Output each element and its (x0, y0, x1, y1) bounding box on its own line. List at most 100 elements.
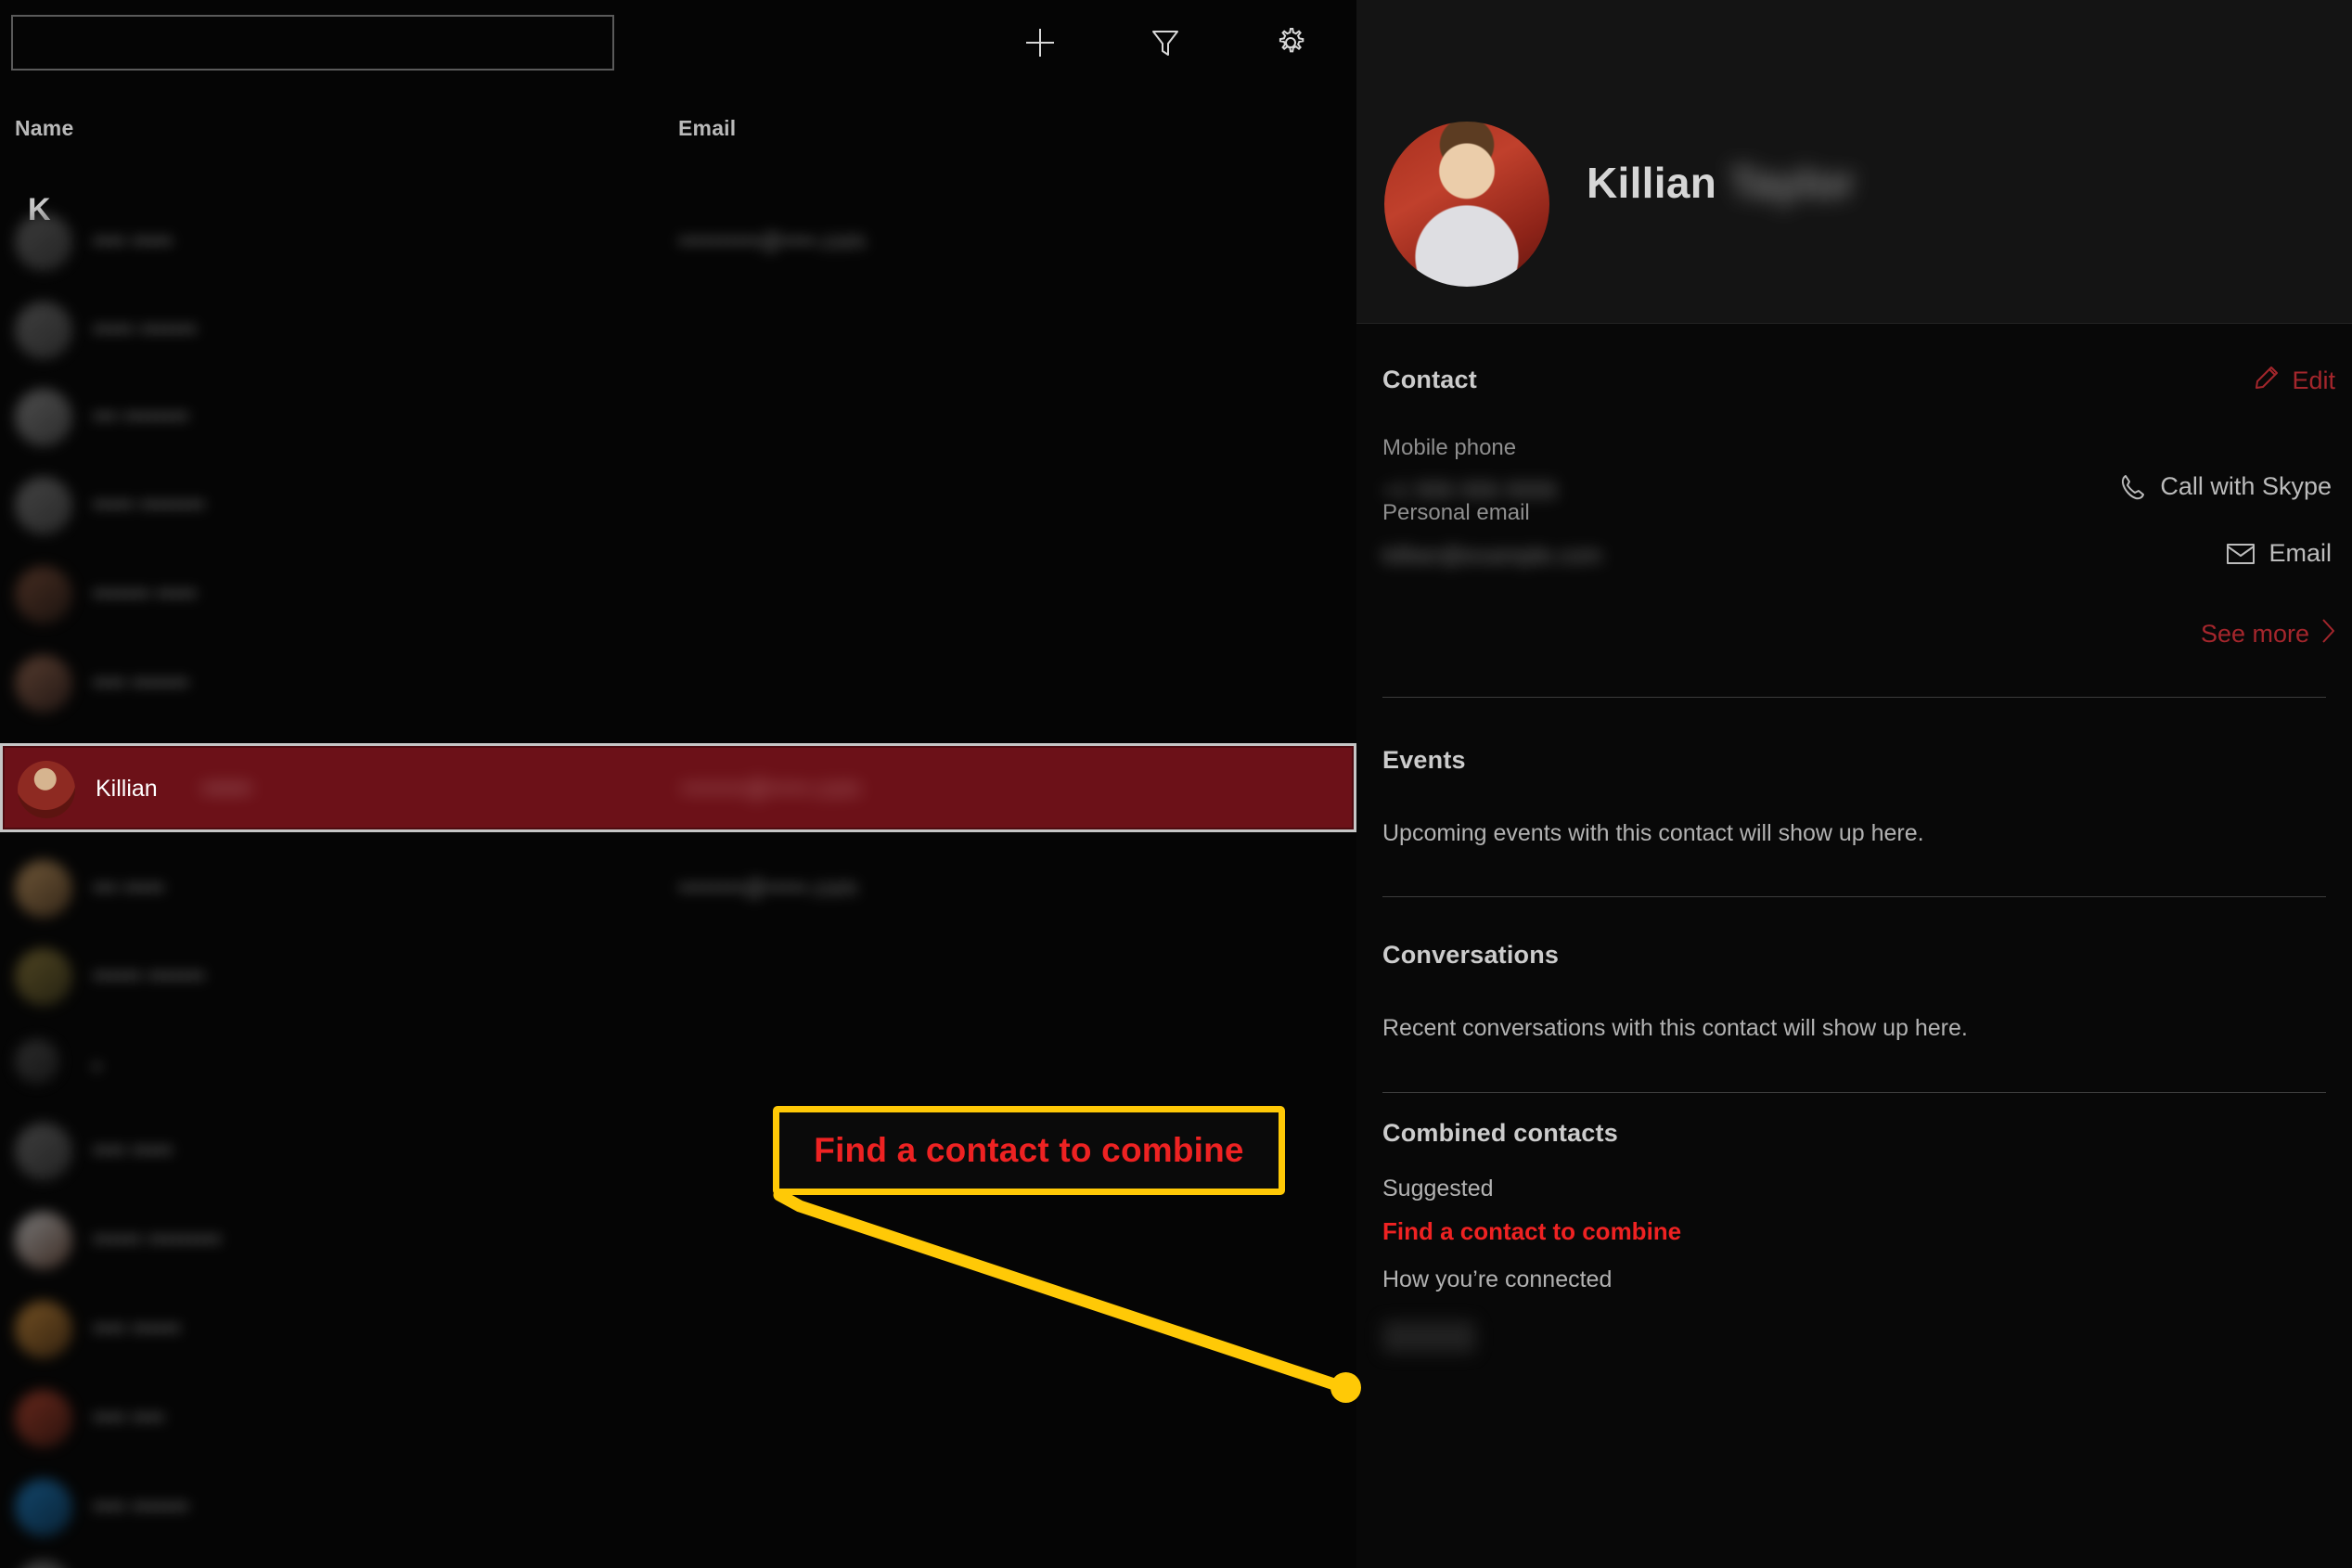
section-title-combined-contacts: Combined contacts (1382, 1119, 1618, 1147)
list-item-name: •••••• ••••••••• (93, 1227, 222, 1253)
mobile-phone-label: Mobile phone (1382, 435, 1517, 460)
avatar (15, 302, 72, 359)
list-item-name: ••• ••••• (93, 875, 164, 901)
avatar (15, 655, 72, 713)
table-row[interactable]: •••• ••••••• (0, 639, 1356, 728)
avatar (15, 213, 72, 271)
avatar (15, 389, 72, 446)
divider (1382, 697, 2326, 698)
new-contact-button[interactable] (1009, 11, 1072, 74)
how-youre-connected-label: How you’re connected (1382, 1266, 1613, 1292)
list-item-name: ••••• ••••••• (93, 316, 197, 342)
settings-button[interactable] (1259, 11, 1322, 74)
suggested-label: Suggested (1382, 1176, 1494, 1202)
list-item-name: •••• ••••••• (93, 670, 189, 696)
see-more-label: See more (2200, 620, 2309, 648)
list-item-name: •••• •••• (93, 1405, 164, 1431)
contacts-list-pane: Name Email K •••• ••••• ••••••••••@••••.… (0, 0, 1356, 1568)
divider (1382, 1092, 2326, 1093)
table-row[interactable]: •••••• ••••••• (0, 932, 1356, 1022)
section-title-events: Events (1382, 746, 1466, 774)
edit-label: Edit (2292, 366, 2335, 394)
table-row[interactable]: •••• ••••••• (0, 1463, 1356, 1552)
call-with-skype-button[interactable]: Call with Skype (2119, 472, 2332, 501)
phone-icon (2119, 473, 2147, 501)
table-row[interactable]: ••• •••••••• (0, 373, 1356, 462)
pencil-icon (2254, 365, 2280, 397)
table-row[interactable]: •••• ••••• (0, 1107, 1356, 1196)
avatar (15, 1212, 72, 1269)
avatar (15, 566, 72, 623)
list-item-email: ••••••••@•••••.com (678, 875, 858, 901)
section-title-contact: Contact (1382, 366, 1477, 393)
avatar (15, 860, 72, 918)
list-item-name: •••• ••••• (93, 228, 173, 254)
contact-list: •••• ••••• ••••••••••@••••.com ••••• •••… (0, 213, 1356, 1568)
conversations-empty-text: Recent conversations with this contact w… (1382, 1015, 1968, 1041)
list-item-name: •••••• ••••••• (93, 963, 205, 989)
list-item-last-name: •••••• (202, 776, 251, 802)
avatar (15, 1301, 72, 1358)
email-button[interactable]: Email (2226, 539, 2332, 568)
list-column-headers: Name Email (0, 116, 1356, 159)
email-label: Email (2268, 539, 2332, 567)
contact-detail-body: Contact Edit Mobile phone +1 555 555 555… (1356, 324, 2352, 1568)
redacted-value (1382, 1321, 1475, 1353)
divider (1382, 896, 2326, 897)
avatar (15, 948, 72, 1006)
events-empty-text: Upcoming events with this contact will s… (1382, 820, 1924, 846)
list-item-name: •••• ••••• (93, 1137, 173, 1163)
avatar (15, 1390, 72, 1447)
list-item-email: ••••••••••@••••.com (678, 228, 867, 254)
plus-icon (1022, 24, 1059, 61)
search-input[interactable] (11, 15, 614, 71)
column-header-email[interactable]: Email (678, 116, 736, 141)
contact-detail-header: Killian Taylor (1356, 91, 2352, 324)
edit-button[interactable]: Edit (2254, 365, 2335, 397)
table-row[interactable]: •••• •••• (0, 1374, 1356, 1463)
list-item-name: ••••• •••••••• (93, 492, 205, 518)
contact-detail-pane: Killian Taylor Contact Edit Mobile phone… (1356, 0, 2352, 1568)
table-row[interactable]: ••• ••••• ••••••••@•••••.com (0, 844, 1356, 933)
table-row[interactable]: ••••• •••••••• (0, 461, 1356, 550)
personal-email-label: Personal email (1382, 500, 1530, 525)
table-row[interactable]: •••• •••••• (0, 1285, 1356, 1374)
list-item-name: Killian (96, 776, 158, 802)
table-row[interactable]: •••• ••••• ••••••••••@••••.com (0, 198, 1356, 287)
avatar (15, 1479, 72, 1536)
table-row[interactable]: ••••••• ••••• (0, 550, 1356, 639)
find-a-contact-to-combine-link[interactable]: Find a contact to combine (1382, 1217, 1681, 1246)
list-item-name: •••• ••••••• (93, 1494, 189, 1520)
see-more-button[interactable]: See more (2201, 617, 2337, 651)
contacts-toolbar (0, 0, 1356, 91)
personal-email-value[interactable]: killian@example.com (1382, 543, 1602, 570)
gear-icon (1273, 25, 1308, 60)
list-item-name: ••• •••••••• (93, 404, 189, 430)
call-with-skype-label: Call with Skype (2160, 472, 2332, 500)
table-row[interactable]: •••• ••••• (0, 1545, 1356, 1568)
column-header-name[interactable]: Name (15, 116, 73, 141)
avatar (15, 477, 72, 534)
avatar (18, 761, 75, 818)
contact-detail-toolbar (1356, 0, 2352, 92)
filter-icon (1148, 25, 1183, 60)
table-row-selected[interactable]: Killian •••••• ••••••••@•••••.com (0, 743, 1356, 832)
table-row[interactable]: ••••• ••••••• (0, 286, 1356, 375)
list-item-name: •••• •••••• (93, 1316, 181, 1342)
list-item-name: ••••••• ••••• (93, 581, 197, 607)
avatar (15, 1039, 59, 1084)
table-row[interactable]: •••••• ••••••••• (0, 1196, 1356, 1285)
list-item-email: ••••••••@•••••.com (681, 776, 861, 802)
chevron-right-icon (2320, 617, 2337, 651)
avatar (15, 1123, 72, 1180)
filter-button[interactable] (1134, 11, 1197, 74)
avatar (1384, 122, 1549, 287)
list-scrollbar[interactable] (1345, 227, 1353, 1568)
envelope-icon (2226, 542, 2256, 566)
contact-last-name: Taylor (1729, 159, 1855, 207)
contact-first-name: Killian (1587, 159, 1717, 207)
table-row[interactable]: • (0, 1023, 1356, 1112)
list-item-name: • (93, 1054, 101, 1080)
avatar (15, 1561, 72, 1568)
section-title-conversations: Conversations (1382, 941, 1560, 969)
